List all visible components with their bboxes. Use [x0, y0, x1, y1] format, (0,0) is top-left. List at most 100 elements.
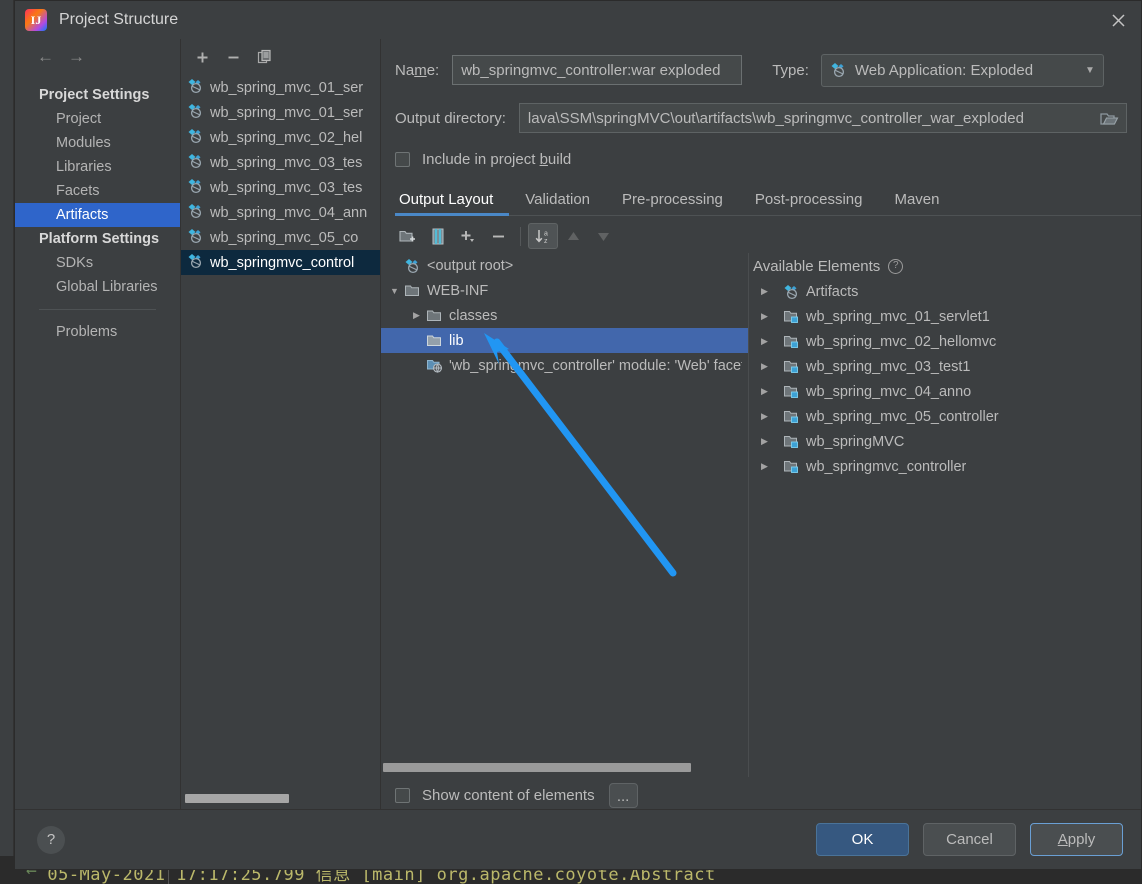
tree-row[interactable]: lib: [381, 328, 748, 353]
tab-maven[interactable]: Maven: [878, 191, 955, 215]
arrow-down-icon[interactable]: [588, 223, 618, 249]
help-circle-icon[interactable]: ?: [888, 258, 904, 274]
sort-az-icon[interactable]: a z: [528, 223, 558, 249]
available-elements-title: Available Elements: [753, 257, 881, 275]
scrollbar-thumb[interactable]: [185, 794, 289, 803]
scrollbar-thumb[interactable]: [383, 763, 691, 772]
dialog-title: Project Structure: [59, 11, 179, 28]
tree-row[interactable]: ▶ wb_spring_mvc_05_controller: [749, 404, 1141, 429]
project-structure-dialog: IJ Project Structure ← → Project Setting…: [14, 0, 1142, 870]
show-content-checkbox[interactable]: [395, 787, 410, 803]
type-dropdown[interactable]: Web Application: Exploded ▼: [820, 53, 1104, 87]
output-directory-row: Output directory: lava\SSM\springMVC\out…: [381, 101, 1141, 135]
sidebar-item-libraries[interactable]: Libraries: [15, 155, 180, 179]
tree-row[interactable]: ▶ wb_spring_mvc_01_servlet1: [749, 304, 1141, 329]
background-left-gutter: [0, 0, 14, 860]
arrow-right-icon[interactable]: →: [68, 47, 85, 67]
apply-button[interactable]: Apply: [1030, 823, 1123, 856]
close-icon[interactable]: [1095, 1, 1141, 39]
chevron-right-icon[interactable]: ▶: [755, 386, 774, 397]
tree-row[interactable]: ▼ WEB-INF: [381, 278, 748, 303]
tab-validation[interactable]: Validation: [509, 191, 606, 215]
module-icon: [783, 434, 800, 449]
layout-horizontal-scrollbar[interactable]: [381, 763, 748, 772]
tree-row-label: lib: [449, 332, 464, 349]
chevron-right-icon[interactable]: ▶: [755, 311, 774, 322]
list-item[interactable]: wb_spring_mvc_01_ser: [181, 75, 380, 100]
tab-output-layout[interactable]: Output Layout: [395, 191, 510, 216]
include-in-build-checkbox[interactable]: [395, 151, 410, 167]
tree-row[interactable]: ▶ Artifacts: [749, 279, 1141, 304]
minus-icon[interactable]: [483, 223, 513, 249]
artifacts-horizontal-scrollbar[interactable]: [185, 794, 377, 803]
chevron-right-icon[interactable]: ▶: [407, 310, 426, 321]
chevron-right-icon[interactable]: ▶: [755, 461, 774, 472]
plus-dropdown-icon[interactable]: [453, 223, 483, 249]
module-icon: [783, 334, 800, 349]
chevron-right-icon[interactable]: ▶: [755, 411, 774, 422]
sidebar-item-list: Project Settings Project Modules Librari…: [15, 75, 180, 809]
chevron-down-icon: ▼: [1084, 64, 1095, 76]
help-button[interactable]: ?: [37, 825, 65, 854]
artifact-detail-panel: Name: wb_springmvc_controller:war explod…: [381, 39, 1141, 809]
arrow-up-icon[interactable]: [558, 223, 588, 249]
chevron-right-icon[interactable]: ▶: [755, 336, 774, 347]
list-item[interactable]: wb_spring_mvc_02_hel: [181, 125, 380, 150]
list-item[interactable]: wb_spring_mvc_01_ser: [181, 100, 380, 125]
plus-icon[interactable]: [195, 50, 210, 65]
name-input-value: wb_springmvc_controller:war exploded: [461, 61, 721, 79]
chevron-down-icon[interactable]: ▼: [385, 286, 404, 296]
web-facet-icon: [426, 358, 443, 373]
module-icon: [783, 359, 800, 374]
arrow-left-icon[interactable]: ←: [37, 47, 54, 67]
chevron-right-icon[interactable]: ▶: [755, 361, 774, 372]
minus-icon[interactable]: [226, 50, 241, 65]
copy-icon[interactable]: [257, 49, 273, 65]
output-directory-input[interactable]: lava\SSM\springMVC\out\artifacts\wb_spri…: [518, 103, 1127, 133]
tree-row-label: classes: [449, 307, 498, 324]
type-dropdown-value: Web Application: Exploded: [854, 61, 1034, 79]
name-label: Name:: [395, 61, 440, 79]
sidebar-item-sdks[interactable]: SDKs: [15, 251, 180, 275]
artifacts-list-panel: wb_spring_mvc_01_ser wb_spring_mvc_01_se…: [181, 39, 381, 809]
ok-button[interactable]: OK: [816, 823, 909, 856]
list-item[interactable]: wb_spring_mvc_05_co: [181, 225, 380, 250]
tree-row[interactable]: 'wb_springmvc_controller' module: 'Web' …: [381, 353, 748, 378]
list-item[interactable]: wb_spring_mvc_04_ann: [181, 200, 380, 225]
folder-add-icon[interactable]: [393, 223, 423, 249]
list-item[interactable]: wb_spring_mvc_03_tes: [181, 175, 380, 200]
footer-button-group: OK Cancel Apply: [816, 823, 1123, 856]
show-content-row: Show content of elements ...: [381, 781, 1141, 809]
more-options-button[interactable]: ...: [608, 782, 638, 808]
sidebar-item-modules[interactable]: Modules: [15, 131, 180, 155]
sidebar-item-global-libraries[interactable]: Global Libraries: [15, 275, 180, 299]
sidebar-item-project[interactable]: Project: [15, 107, 180, 131]
tree-row[interactable]: ▶ wb_springmvc_controller: [749, 454, 1141, 479]
tree-row[interactable]: ▶ wb_spring_mvc_02_hellomvc: [749, 329, 1141, 354]
tree-row-label: wb_spring_mvc_04_anno: [806, 383, 972, 400]
sidebar-item-artifacts[interactable]: Artifacts: [15, 203, 180, 227]
detail-tabs: Output Layout Validation Pre-processing …: [395, 185, 1141, 216]
list-item[interactable]: wb_spring_mvc_03_tes: [181, 150, 380, 175]
tree-row[interactable]: ▶ classes: [381, 303, 748, 328]
list-item[interactable]: wb_springmvc_control: [181, 250, 380, 275]
sidebar-item-problems[interactable]: Problems: [15, 320, 180, 344]
tree-row[interactable]: ▶ wb_springMVC: [749, 429, 1141, 454]
folder-open-icon[interactable]: [1096, 107, 1122, 131]
tree-row[interactable]: ▶ wb_spring_mvc_03_test1: [749, 354, 1141, 379]
list-item-label: wb_spring_mvc_02_hel: [210, 129, 363, 146]
available-elements-panel: Available Elements ? ▶ Artifacts ▶ wb_sp…: [749, 253, 1141, 777]
intellij-idea-icon: IJ: [25, 9, 47, 31]
tab-pre-processing[interactable]: Pre-processing: [606, 191, 739, 215]
artifact-icon: [187, 153, 204, 173]
chevron-right-icon[interactable]: ▶: [755, 436, 774, 447]
tree-row-label: WEB-INF: [427, 282, 489, 299]
sidebar-item-facets[interactable]: Facets: [15, 179, 180, 203]
archive-icon[interactable]: [423, 223, 453, 249]
tree-row[interactable]: <output root>: [381, 253, 748, 278]
chevron-right-icon[interactable]: ▶: [755, 286, 774, 297]
tree-row[interactable]: ▶ wb_spring_mvc_04_anno: [749, 379, 1141, 404]
tab-post-processing[interactable]: Post-processing: [739, 191, 879, 215]
name-input[interactable]: wb_springmvc_controller:war exploded: [452, 55, 743, 85]
cancel-button[interactable]: Cancel: [923, 823, 1016, 856]
